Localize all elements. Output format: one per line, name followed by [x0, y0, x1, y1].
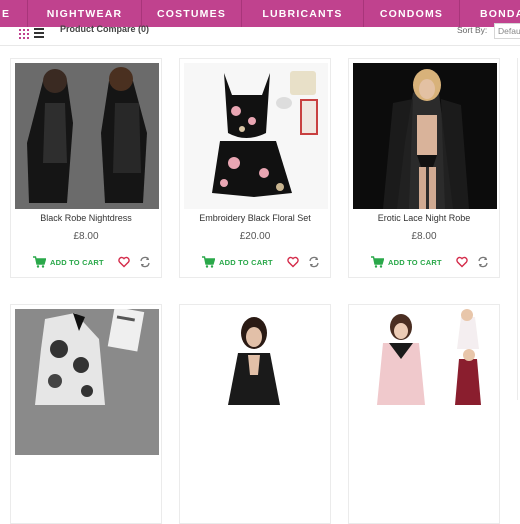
add-to-cart-button[interactable]: ADD TO CART	[33, 255, 104, 269]
cart-icon	[371, 256, 384, 268]
product-title[interactable]: Embroidery Black Floral Set	[180, 213, 330, 223]
refresh-icon[interactable]	[139, 256, 151, 268]
product-actions: ADD TO CART	[349, 255, 499, 269]
product-card: Embroidery Black Floral Set £20.00 ADD T…	[179, 58, 331, 278]
product-title[interactable]: Black Robe Nightdress	[11, 213, 161, 223]
product-compare-link[interactable]: Product Compare (0)	[60, 24, 149, 34]
product-price: £20.00	[239, 231, 271, 242]
nav-item-lubricants[interactable]: LUBRICANTS	[242, 0, 364, 27]
grid-view-icon[interactable]	[19, 29, 29, 39]
heart-icon[interactable]	[456, 256, 468, 268]
product-image[interactable]	[15, 63, 159, 209]
product-image[interactable]	[184, 309, 328, 455]
nav-item-condoms[interactable]: CONDOMS	[364, 0, 460, 27]
product-card: Erotic Lace Night Robe £8.00 ADD TO CART	[348, 58, 500, 278]
cart-icon	[202, 256, 215, 268]
add-to-cart-button[interactable]: ADD TO CART	[202, 255, 273, 269]
add-to-cart-label: ADD TO CART	[388, 257, 442, 267]
nav-item-nightwear[interactable]: NIGHTWEAR	[28, 0, 142, 27]
nav-item-costumes[interactable]: COSTUMES	[142, 0, 242, 27]
product-actions: ADD TO CART	[11, 255, 161, 269]
product-image[interactable]	[353, 309, 497, 455]
product-image[interactable]	[184, 63, 328, 209]
sort-by-label: Sort By:	[457, 25, 488, 35]
heart-icon[interactable]	[118, 256, 130, 268]
product-card: Black Robe Nightdress £8.00 ADD TO CART	[10, 58, 162, 278]
refresh-icon[interactable]	[308, 256, 320, 268]
add-to-cart-label: ADD TO CART	[219, 257, 273, 267]
product-card	[179, 304, 331, 524]
cart-icon	[33, 256, 46, 268]
sort-select[interactable]: Defau	[494, 23, 520, 39]
add-to-cart-label: ADD TO CART	[50, 257, 104, 267]
top-nav: E NIGHTWEAR COSTUMES LUBRICANTS CONDOMS …	[0, 0, 520, 27]
list-view-icon[interactable]	[34, 28, 44, 38]
product-actions: ADD TO CART	[180, 255, 330, 269]
product-card	[348, 304, 500, 524]
listing-toolbar: Product Compare (0) Sort By: Defau	[0, 23, 520, 46]
product-card	[10, 304, 162, 524]
heart-icon[interactable]	[287, 256, 299, 268]
nav-item-partial-left[interactable]: E	[0, 0, 28, 27]
product-title[interactable]: Erotic Lace Night Robe	[349, 213, 499, 223]
add-to-cart-button[interactable]: ADD TO CART	[371, 255, 442, 269]
product-price: £8.00	[411, 231, 437, 242]
product-image[interactable]	[15, 309, 159, 455]
product-image[interactable]	[353, 63, 497, 209]
product-price: £8.00	[73, 231, 99, 242]
refresh-icon[interactable]	[477, 256, 489, 268]
